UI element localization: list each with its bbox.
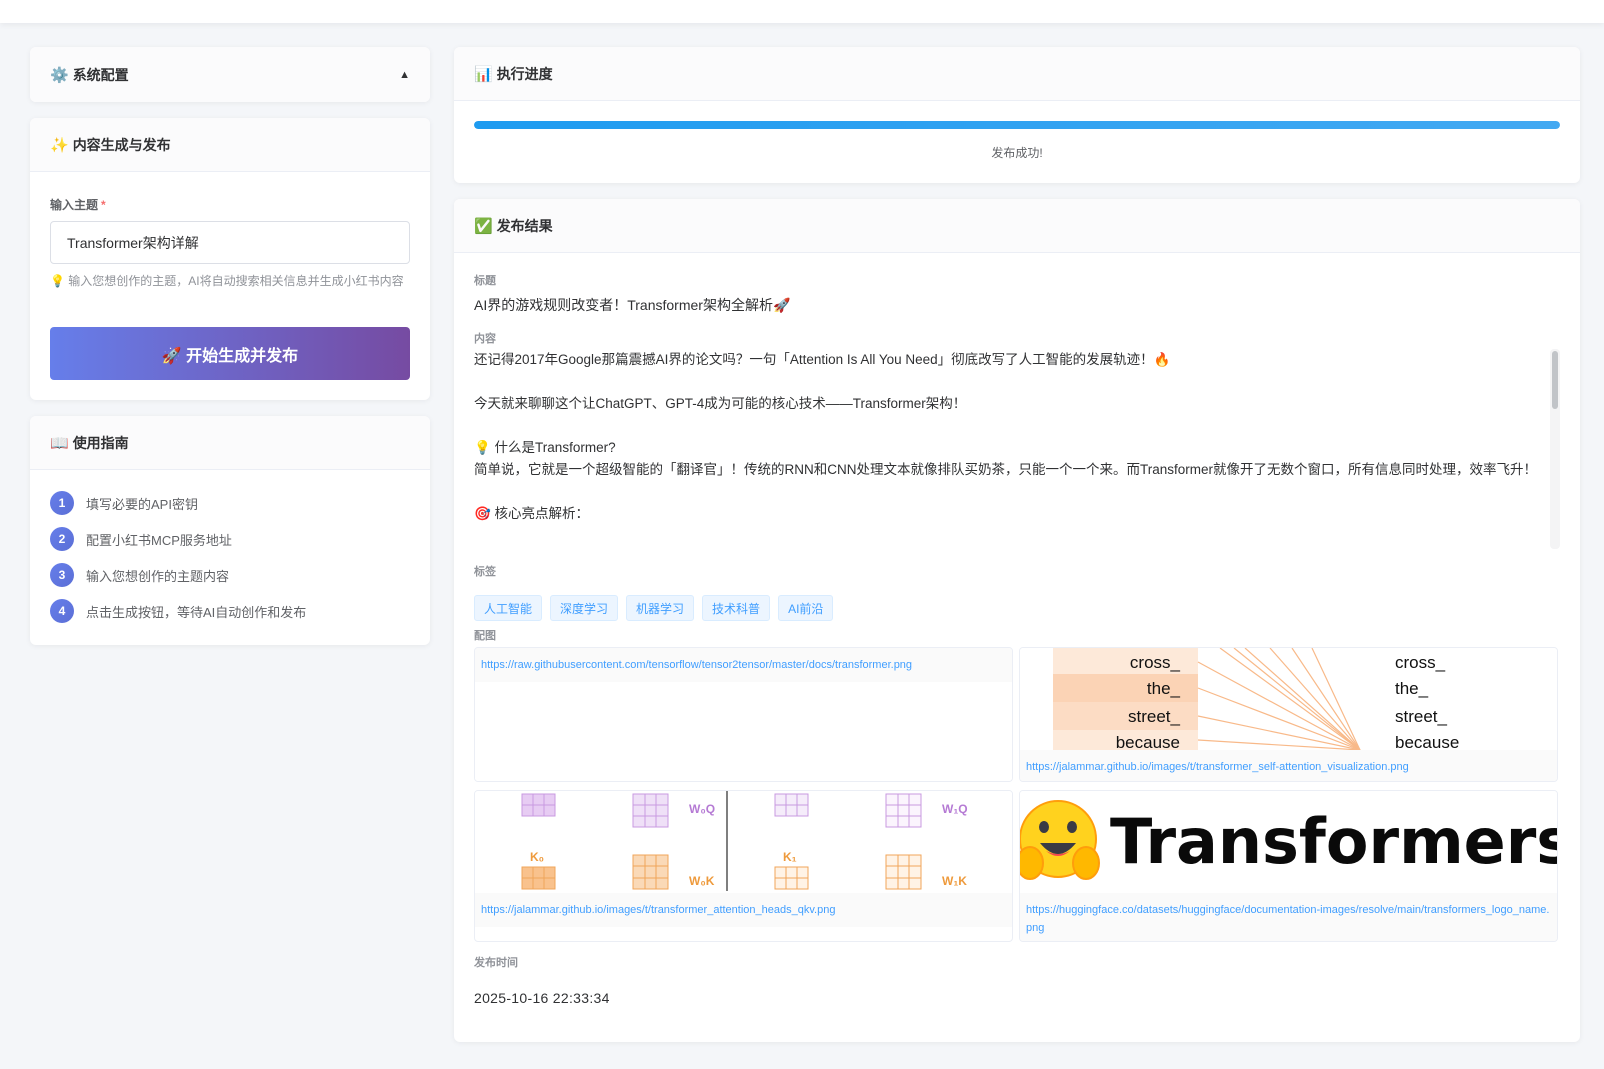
step-text: 输入您想创作的主题内容 <box>86 568 230 584</box>
generate-panel-header: ✨ 内容生成与发布 <box>30 118 430 172</box>
tag[interactable]: 技术科普 <box>702 595 771 621</box>
bar-chart-icon: 📊 <box>474 65 493 83</box>
attention-word: cross_ <box>1130 653 1181 672</box>
content-label: 内容 <box>474 333 496 345</box>
topic-label: 输入主题 * <box>50 196 106 213</box>
content-scrollbar[interactable] <box>1550 349 1560 549</box>
attention-word: because <box>1116 733 1180 750</box>
result-panel-title: 发布结果 <box>496 217 553 234</box>
content-line: 还记得2017年Google那篇震撼AI界的论文吗？一句「Attention I… <box>474 352 1171 367</box>
tag[interactable]: 深度学习 <box>550 595 619 621</box>
matrix-label: W₀Q <box>689 802 715 816</box>
tag[interactable]: 机器学习 <box>626 595 695 621</box>
guide-step: 3 输入您想创作的主题内容 <box>50 563 306 587</box>
image-card[interactable]: W₀Q W₀K K₀ W₁Q W₁K K₁ https://jalammar.g… <box>474 790 1013 942</box>
matrix-label: W₁Q <box>942 802 968 816</box>
check-mark-icon: ✅ <box>474 217 493 235</box>
guide-step: 2 配置小红书MCP服务地址 <box>50 527 306 551</box>
title-label: 标题 <box>474 275 496 287</box>
step-number-badge: 3 <box>50 563 74 587</box>
tag[interactable]: 人工智能 <box>474 595 543 621</box>
image-card[interactable]: Transformers https://huggingface.co/data… <box>1019 790 1558 942</box>
gear-icon: ⚙️ <box>50 66 69 84</box>
content-line: 简单说，它就是一个超级智能的「翻译官」！传统的RNN和CNN处理文本就像排队买奶… <box>474 462 1538 477</box>
sparkles-icon: ✨ <box>50 136 69 154</box>
guide-panel: 📖 使用指南 1 填写必要的API密钥 2 配置小红书MCP服务地址 3 输入您… <box>30 416 430 645</box>
caret-up-icon[interactable]: ▲ <box>399 69 410 81</box>
step-text: 点击生成按钮，等待AI自动创作和发布 <box>86 604 307 620</box>
publish-time-label: 发布时间 <box>474 957 518 969</box>
result-panel-header: ✅ 发布结果 <box>454 199 1580 253</box>
image-preview: W₀Q W₀K K₀ W₁Q W₁K K₁ <box>475 791 1012 893</box>
content-line: 今天就来聊聊这个让ChatGPT、GPT-4成为可能的核心技术——Transfo… <box>474 396 967 411</box>
step-number-badge: 4 <box>50 599 74 623</box>
topic-label-text: 输入主题 <box>50 198 99 212</box>
matrix-label: K₀ <box>530 850 544 864</box>
progress-panel-title: 执行进度 <box>496 65 553 82</box>
content-line <box>474 371 1560 393</box>
attention-word: the_ <box>1147 679 1181 698</box>
tag[interactable]: AI前沿 <box>778 595 834 621</box>
progress-status: 发布成功! <box>991 146 1043 160</box>
attention-word: cross_ <box>1395 653 1446 672</box>
content-line: 🎯 核心亮点解析： <box>474 506 590 521</box>
image-preview <box>475 682 1012 781</box>
post-title: AI界的游戏规则改变者！Transformer架构全解析🚀 <box>474 297 791 313</box>
generate-panel-title: 内容生成与发布 <box>72 136 171 153</box>
required-mark: * <box>101 198 106 212</box>
image-url[interactable]: https://jalammar.github.io/images/t/tran… <box>475 893 1012 927</box>
guide-steps: 1 填写必要的API密钥 2 配置小红书MCP服务地址 3 输入您想创作的主题内… <box>50 491 306 635</box>
image-url[interactable]: https://huggingface.co/datasets/huggingf… <box>1020 893 1557 941</box>
attention-word: the_ <box>1395 679 1429 698</box>
progress-panel-header: 📊 执行进度 <box>454 47 1580 101</box>
topic-hint: 💡 输入您想创作的主题，AI将自动搜索相关信息并生成小红书内容 <box>50 274 404 288</box>
images-label: 配图 <box>474 630 496 642</box>
attention-word: street_ <box>1128 707 1181 726</box>
attention-word: street_ <box>1395 707 1448 726</box>
system-config-header[interactable]: ⚙️ 系统配置 ▲ <box>30 47 430 102</box>
content-line: 💡 什么是Transformer? <box>474 440 616 455</box>
matrix-label: W₁K <box>942 874 967 888</box>
post-content[interactable]: 还记得2017年Google那篇震撼AI界的论文吗？一句「Attention I… <box>474 349 1560 549</box>
image-card[interactable]: cross_ the_ street_ because cross_ the_ … <box>1019 647 1558 782</box>
image-preview: cross_ the_ street_ because cross_ the_ … <box>1020 648 1557 750</box>
step-number-badge: 2 <box>50 527 74 551</box>
step-text: 配置小红书MCP服务地址 <box>86 532 232 548</box>
image-url[interactable]: https://raw.githubusercontent.com/tensor… <box>475 648 1012 682</box>
system-config-panel[interactable]: ⚙️ 系统配置 ▲ <box>30 47 430 102</box>
progress-panel: 📊 执行进度 发布成功! <box>454 47 1580 183</box>
step-text: 填写必要的API密钥 <box>86 496 198 512</box>
image-preview: Transformers <box>1020 791 1557 893</box>
image-card[interactable]: https://raw.githubusercontent.com/tensor… <box>474 647 1013 782</box>
progress-bar <box>474 121 1560 129</box>
generate-panel: ✨ 内容生成与发布 输入主题 * Transformer架构详解 💡 输入您想创作… <box>30 118 430 400</box>
result-panel: ✅ 发布结果 标题 AI界的游戏规则改变者！Transformer架构全解析🚀 … <box>454 199 1580 1042</box>
top-bar <box>0 0 1604 23</box>
system-config-title: 系统配置 <box>72 66 129 83</box>
attention-heads-image: W₀Q W₀K K₀ W₁Q W₁K K₁ <box>521 791 968 891</box>
step-number-badge: 1 <box>50 491 74 515</box>
matrix-label: K₁ <box>783 850 797 864</box>
tag-list: 人工智能 深度学习 机器学习 技术科普 AI前沿 <box>474 595 834 621</box>
attention-word: because <box>1395 733 1459 750</box>
transformers-logo-image: Transformers <box>1020 800 1557 880</box>
content-scroll-thumb[interactable] <box>1552 351 1558 409</box>
content-line <box>474 415 1560 437</box>
topic-input[interactable]: Transformer架构详解 <box>50 221 410 264</box>
book-icon: 📖 <box>50 434 69 452</box>
matrix-label: W₀K <box>689 874 715 888</box>
guide-step: 4 点击生成按钮，等待AI自动创作和发布 <box>50 599 306 623</box>
guide-step: 1 填写必要的API密钥 <box>50 491 306 515</box>
content-line <box>474 481 1560 503</box>
logo-wordmark: Transformers <box>1110 805 1557 878</box>
guide-panel-header: 📖 使用指南 <box>30 416 430 470</box>
publish-time: 2025-10-16 22:33:34 <box>474 990 610 1006</box>
tags-label: 标签 <box>474 566 496 578</box>
generate-publish-button[interactable]: 🚀 开始生成并发布 <box>50 327 410 380</box>
progress-bar-fill <box>474 121 1560 129</box>
image-url[interactable]: https://jalammar.github.io/images/t/tran… <box>1020 750 1557 781</box>
guide-panel-title: 使用指南 <box>72 434 129 451</box>
attention-visualization-image: cross_ the_ street_ because cross_ the_ … <box>1053 648 1459 750</box>
